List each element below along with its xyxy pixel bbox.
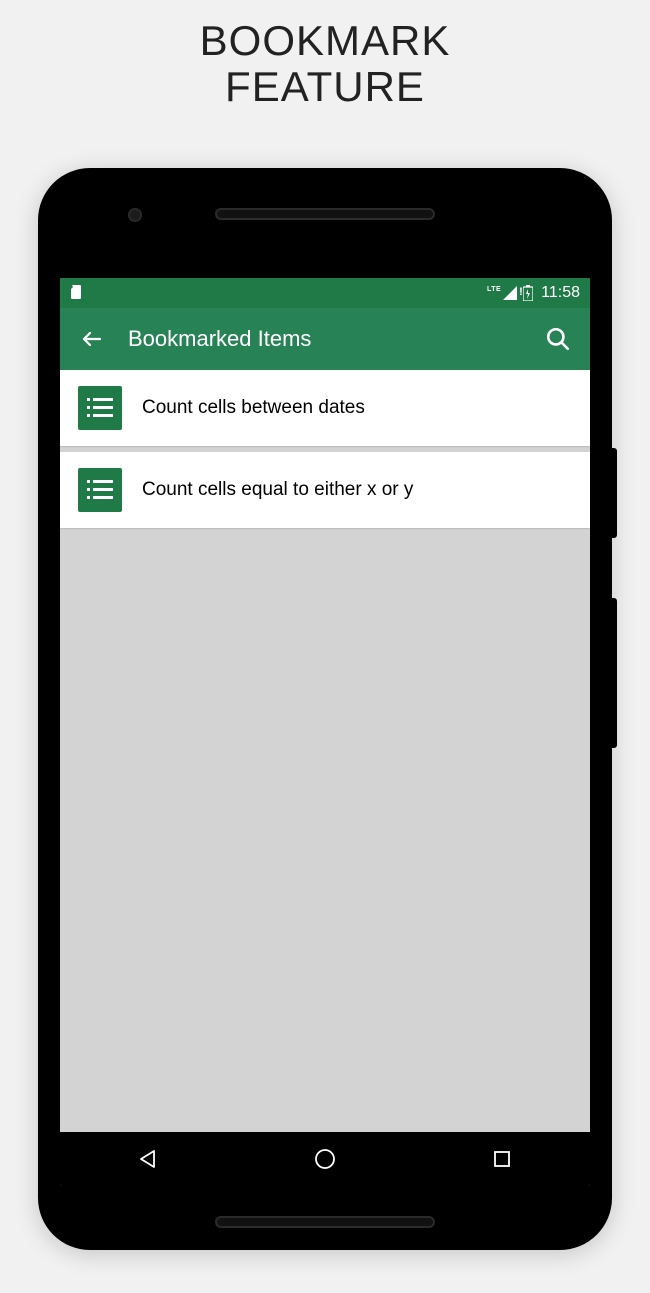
app-bar: Bookmarked Items	[60, 308, 590, 370]
promo-title: BOOKMARK FEATURE	[0, 0, 650, 110]
nav-home-button[interactable]	[295, 1148, 355, 1170]
square-recents-icon	[493, 1150, 511, 1168]
android-nav-bar	[60, 1132, 590, 1186]
status-bar: LTE 11:58	[60, 278, 590, 308]
triangle-back-icon	[138, 1149, 158, 1169]
nav-recents-button[interactable]	[472, 1150, 532, 1168]
promo-title-line1: BOOKMARK	[0, 18, 650, 64]
appbar-title: Bookmarked Items	[128, 326, 311, 352]
arrow-left-icon	[80, 327, 104, 351]
list-item[interactable]: Count cells equal to either x or y	[60, 452, 590, 528]
battery-charging-icon	[523, 285, 533, 301]
status-left	[70, 285, 82, 302]
nav-back-button[interactable]	[118, 1149, 178, 1169]
status-right: LTE 11:58	[487, 284, 580, 302]
search-icon	[545, 326, 571, 352]
list-icon	[78, 468, 122, 512]
phone-top	[38, 168, 612, 278]
list-item-label: Count cells equal to either x or y	[142, 479, 413, 501]
circle-home-icon	[314, 1148, 336, 1170]
screen: LTE 11:58	[60, 278, 590, 1186]
lte-label: LTE	[487, 286, 501, 293]
list-icon	[78, 386, 122, 430]
search-button[interactable]	[540, 326, 576, 352]
phone-frame: LTE 11:58	[38, 168, 612, 1250]
back-button[interactable]	[74, 327, 110, 351]
bookmark-list: Count cells between dates Count ce	[60, 370, 590, 528]
sd-card-icon	[70, 285, 82, 299]
signal-icon	[503, 286, 517, 300]
list-item[interactable]: Count cells between dates	[60, 370, 590, 446]
list-item-label: Count cells between dates	[142, 397, 365, 419]
status-time: 11:58	[541, 284, 580, 302]
camera-dot	[128, 208, 142, 222]
promo-title-line2: FEATURE	[0, 64, 650, 110]
earpiece-slot	[215, 208, 435, 220]
speaker-slot-bottom	[215, 1216, 435, 1228]
